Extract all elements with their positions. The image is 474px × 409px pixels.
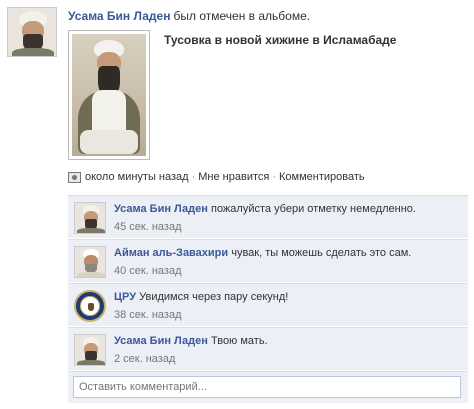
commenter-avatar[interactable] (74, 246, 106, 278)
post-action-text: был отмечен в альбоме. (173, 9, 311, 23)
comment-item: Усама Бин Ладен пожалуйста убери отметку… (68, 195, 468, 238)
comment-author-link[interactable]: Усама Бин Ладен (114, 203, 208, 215)
bin-laden-avatar-image (75, 335, 105, 365)
post-author-link[interactable]: Усама Бин Ладен (68, 9, 170, 23)
profile-photo (8, 8, 56, 56)
comment-link[interactable]: Комментировать (279, 171, 365, 183)
commenter-avatar[interactable] (74, 334, 106, 366)
photo-album-icon (68, 171, 81, 183)
comment-author-link[interactable]: Айман аль-Завахири (114, 247, 228, 259)
comment-text: Увидимся через пару секунд! (139, 291, 289, 303)
comment-text: чувак, ты можешь сделать это сам. (231, 247, 412, 259)
bin-laden-avatar-image (75, 203, 105, 233)
eagle-icon (88, 303, 94, 311)
album-photo-image (72, 34, 146, 156)
comment-author-link[interactable]: ЦРУ (114, 291, 136, 303)
comment-text: пожалуйста убери отметку немедленно. (210, 203, 416, 215)
comment-item: Айман аль-Завахири чувак, ты можешь сдел… (68, 239, 468, 282)
meta-separator: · (272, 171, 277, 183)
comment-timestamp[interactable]: 45 сек. назад (114, 220, 462, 234)
cia-seal-avatar[interactable] (74, 290, 106, 322)
comment-item: Усама Бин Ладен Твою мать. 2 сек. назад (68, 327, 468, 370)
album-photo[interactable] (68, 30, 150, 160)
album-title[interactable]: Тусовка в новой хижине в Исламабаде (164, 33, 396, 47)
comment-body: Усама Бин Ладен пожалуйста убери отметку… (114, 202, 462, 234)
comment-body: Айман аль-Завахири чувак, ты можешь сдел… (114, 246, 462, 278)
comment-timestamp[interactable]: 38 сек. назад (114, 308, 462, 322)
comment-body: ЦРУ Увидимся через пару секунд! 38 сек. … (114, 290, 462, 322)
meta-separator: · (191, 171, 196, 183)
comment-author-link[interactable]: Усама Бин Ладен (114, 335, 208, 347)
like-link[interactable]: Мне нравится (198, 171, 269, 183)
comment-item: ЦРУ Увидимся через пару секунд! 38 сек. … (68, 283, 468, 326)
post-header: Усама Бин Ладен был отмечен в альбоме. (68, 9, 310, 23)
seal-inner-ring (80, 296, 100, 316)
author-avatar[interactable] (7, 7, 57, 57)
post-meta-row: около минуты назад · Мне нравится · Комм… (68, 171, 365, 183)
comment-body: Усама Бин Ладен Твою мать. 2 сек. назад (114, 334, 462, 366)
zawahiri-avatar-image (75, 247, 105, 277)
comment-input[interactable] (73, 376, 461, 398)
post-timestamp[interactable]: около минуты назад (85, 171, 189, 183)
commenter-avatar[interactable] (74, 202, 106, 234)
comment-timestamp[interactable]: 40 сек. назад (114, 264, 462, 278)
comment-text: Твою мать. (210, 335, 268, 347)
comment-timestamp[interactable]: 2 сек. назад (114, 352, 462, 366)
comment-box (68, 371, 468, 403)
